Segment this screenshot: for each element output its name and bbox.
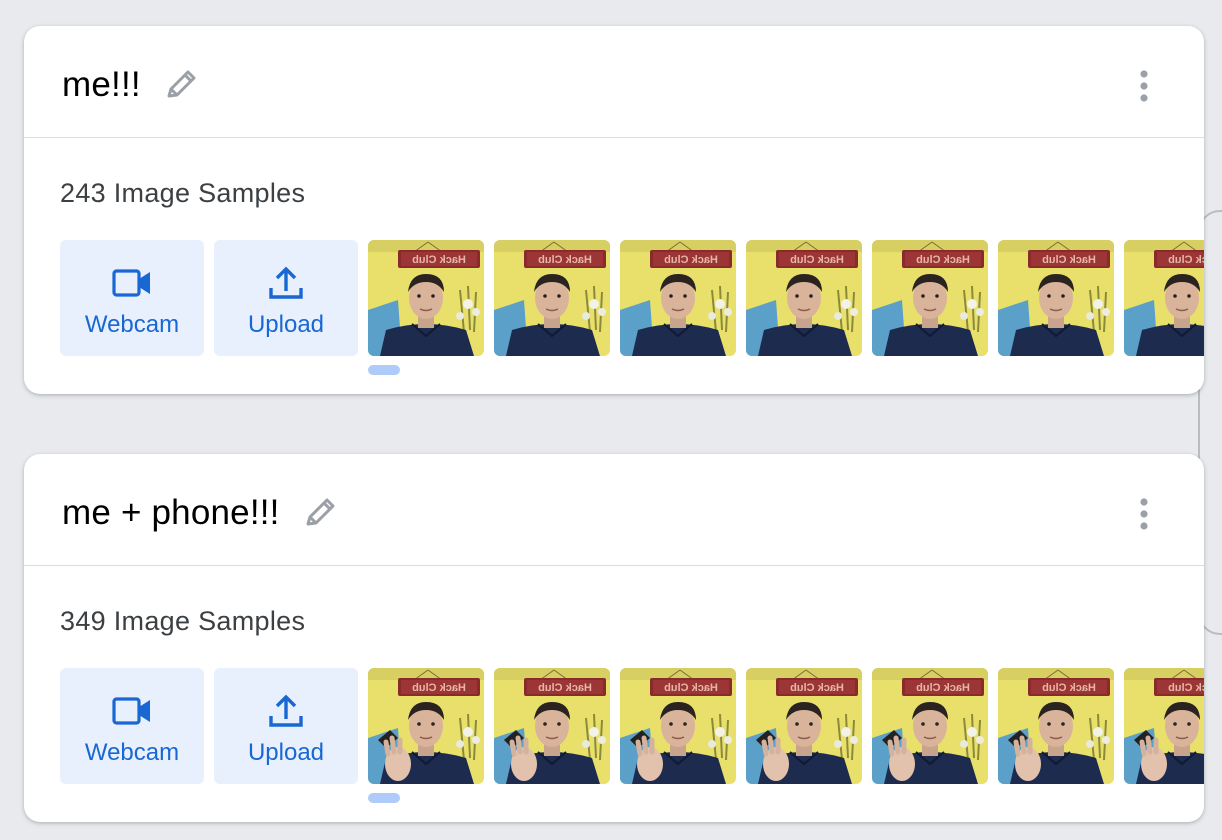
sample-count: 243 Image Samples <box>60 178 306 208</box>
sample-thumbnail[interactable]: Hack Club <box>1124 668 1204 784</box>
sample-thumbnail[interactable]: Hack Club <box>872 668 988 784</box>
videocam-icon <box>111 690 153 732</box>
sample-thumbnail[interactable]: Hack Club <box>620 240 736 356</box>
samples-row[interactable]: Webcam Upload Hack Club Hack Club Hack C… <box>60 240 1204 380</box>
upload-icon <box>265 262 307 304</box>
sample-thumbnail[interactable]: Hack Club <box>620 668 736 784</box>
more-vert-icon[interactable] <box>1128 494 1160 534</box>
sample-thumbnails: Hack Club Hack Club Hack Club Hack Club … <box>368 240 1204 380</box>
scroll-indicator[interactable] <box>368 793 400 803</box>
scroll-indicator[interactable] <box>368 365 400 375</box>
webcam-label: Webcam <box>84 739 180 766</box>
upload-button[interactable]: Upload <box>214 668 358 784</box>
class-name[interactable]: me + phone!!! <box>62 491 280 535</box>
class-card-header: me!!! <box>24 26 1204 138</box>
svg-text:Hack Club: Hack Club <box>538 254 592 266</box>
sample-count: 349 Image Samples <box>60 606 306 636</box>
svg-text:Hack Club: Hack Club <box>664 254 718 266</box>
svg-text:Hack Club: Hack Club <box>412 682 466 694</box>
svg-text:Hack Club: Hack Club <box>916 254 970 266</box>
svg-text:Hack Club: Hack Club <box>790 254 844 266</box>
upload-icon <box>265 690 307 732</box>
sample-thumbnail[interactable]: Hack Club <box>746 668 862 784</box>
sample-thumbnail[interactable]: Hack Club <box>1124 240 1204 356</box>
samples-row[interactable]: Webcam Upload Hack Club Hack Club Hack C… <box>60 668 1204 808</box>
webcam-label: Webcam <box>84 311 180 338</box>
sample-thumbnail[interactable]: Hack Club <box>998 240 1114 356</box>
svg-text:Hack Club: Hack Club <box>412 254 466 266</box>
svg-text:Hack Club: Hack Club <box>664 682 718 694</box>
sample-thumbnail[interactable]: Hack Club <box>494 240 610 356</box>
pencil-icon[interactable] <box>161 65 201 105</box>
upload-button[interactable]: Upload <box>214 240 358 356</box>
sample-thumbnails: Hack Club Hack Club Hack Club Hack Club … <box>368 668 1204 808</box>
svg-text:Hack Club: Hack Club <box>1042 682 1096 694</box>
upload-label: Upload <box>247 739 325 766</box>
webcam-button[interactable]: Webcam <box>60 240 204 356</box>
class-name[interactable]: me!!! <box>62 63 141 107</box>
svg-text:Hack Club: Hack Club <box>538 682 592 694</box>
class-card: me + phone!!! 349 Image Samples Webcam U… <box>24 454 1204 822</box>
sample-thumbnail[interactable]: Hack Club <box>368 668 484 784</box>
sample-thumbnail[interactable]: Hack Club <box>368 240 484 356</box>
sample-thumbnail[interactable]: Hack Club <box>746 240 862 356</box>
svg-text:Hack Club: Hack Club <box>1168 254 1204 266</box>
class-card: me!!! 243 Image Samples Webcam Upload Ha… <box>24 26 1204 394</box>
svg-text:Hack Club: Hack Club <box>1168 682 1204 694</box>
webcam-button[interactable]: Webcam <box>60 668 204 784</box>
sample-thumbnail[interactable]: Hack Club <box>872 240 988 356</box>
svg-text:Hack Club: Hack Club <box>1042 254 1096 266</box>
pencil-icon[interactable] <box>300 493 340 533</box>
class-card-header: me + phone!!! <box>24 454 1204 566</box>
upload-label: Upload <box>247 311 325 338</box>
sample-thumbnail[interactable]: Hack Club <box>494 668 610 784</box>
sample-thumbnail[interactable]: Hack Club <box>998 668 1114 784</box>
svg-text:Hack Club: Hack Club <box>916 682 970 694</box>
more-vert-icon[interactable] <box>1128 66 1160 106</box>
svg-text:Hack Club: Hack Club <box>790 682 844 694</box>
videocam-icon <box>111 262 153 304</box>
